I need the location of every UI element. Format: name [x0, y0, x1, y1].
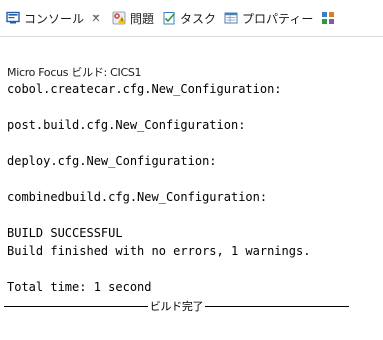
properties-icon [224, 11, 238, 25]
progress-icon [321, 11, 335, 25]
tasks-icon [162, 11, 176, 25]
console-view: コンソール 問題 タスク プロパティー Micro Focus ビルド: CIC… [0, 0, 383, 340]
console-title: Micro Focus ビルド: CICS1 [7, 66, 142, 79]
tab-progress[interactable] [317, 0, 343, 36]
console-output[interactable]: cobol.createcar.cfg.New_Configuration: p… [7, 80, 383, 296]
tab-problems[interactable]: 問題 [108, 0, 158, 36]
console-line: deploy.cfg.New_Configuration: [7, 154, 217, 168]
console-line: BUILD SUCCESSFUL [7, 226, 123, 240]
build-complete-separator: ビルド完了 [4, 299, 349, 313]
problems-icon [112, 11, 126, 25]
build-complete-label: ビルド完了 [149, 300, 204, 313]
tab-label: 問題 [130, 11, 155, 26]
tab-properties[interactable]: プロパティー [220, 0, 317, 36]
tab-console[interactable]: コンソール [0, 0, 108, 36]
close-icon[interactable] [90, 12, 102, 24]
view-tab-bar: コンソール 問題 タスク プロパティー [0, 0, 383, 37]
console-line: cobol.createcar.cfg.New_Configuration: [7, 82, 282, 96]
console-line: post.build.cfg.New_Configuration: [7, 118, 246, 132]
tab-label: タスク [180, 11, 217, 26]
console-icon [6, 11, 20, 25]
separator-line-left [4, 305, 148, 307]
tab-tasks[interactable]: タスク [158, 0, 220, 36]
tab-label: コンソール [24, 11, 85, 26]
console-line: Total time: 1 second [7, 280, 152, 294]
console-line: Build finished with no errors, 1 warning… [7, 244, 311, 258]
separator-line-right [205, 305, 349, 307]
console-line: combinedbuild.cfg.New_Configuration: [7, 190, 268, 204]
tab-label: プロパティー [242, 11, 314, 26]
